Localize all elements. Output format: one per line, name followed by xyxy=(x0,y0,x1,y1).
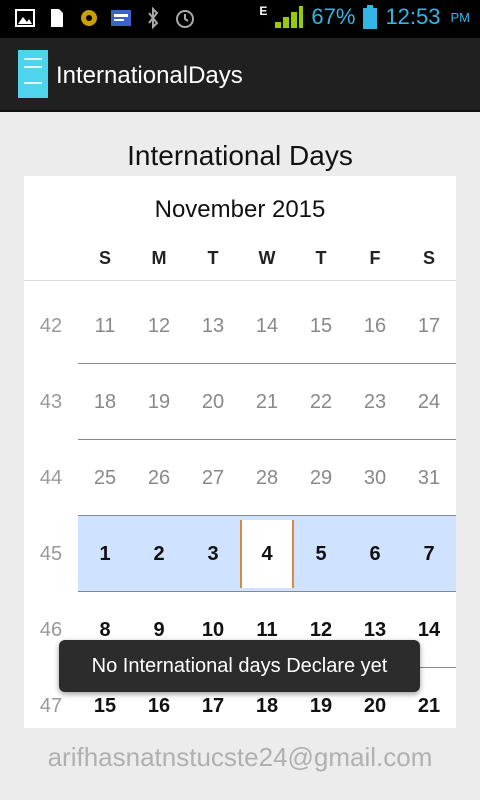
calendar-day[interactable]: 7 xyxy=(402,516,456,592)
calendar-day[interactable]: 25 xyxy=(78,440,132,516)
week-number: 42 xyxy=(39,314,63,337)
calendar-day[interactable]: 1 xyxy=(78,516,132,592)
calendar-day[interactable]: 17 xyxy=(402,288,456,364)
calendar-day[interactable]: 18 xyxy=(78,364,132,440)
bluetooth-icon xyxy=(142,7,164,29)
week-row-current: 45 1 2 3 4 5 6 7 xyxy=(24,516,456,592)
calendar-day[interactable]: 31 xyxy=(402,440,456,516)
weekday-label: F xyxy=(369,248,381,268)
status-indicators: E 67% 12:53 PM xyxy=(259,4,470,30)
week-number: 45 xyxy=(39,542,63,565)
calendar-day[interactable]: 28 xyxy=(240,440,294,516)
week-row: 42 11 12 13 14 15 16 17 xyxy=(24,288,456,364)
calendar-day[interactable]: 19 xyxy=(132,364,186,440)
week-row: 44 25 26 27 28 29 30 31 xyxy=(24,440,456,516)
calendar-day[interactable]: 14 xyxy=(240,288,294,364)
calendar-day[interactable]: 23 xyxy=(348,364,402,440)
gallery-icon xyxy=(14,7,36,29)
clock-ampm: PM xyxy=(450,9,471,25)
status-bar: E 67% 12:53 PM xyxy=(0,0,480,38)
weekday-label: M xyxy=(151,248,167,268)
header-divider xyxy=(24,280,456,281)
weekday-label: W xyxy=(258,248,276,268)
calendar-day[interactable]: 3 xyxy=(186,516,240,592)
calendar-day[interactable]: 20 xyxy=(186,364,240,440)
calendar-day[interactable]: 22 xyxy=(294,364,348,440)
battery-icon xyxy=(363,5,378,29)
clock-time: 12:53 xyxy=(385,4,441,29)
calendar-day[interactable]: 6 xyxy=(348,516,402,592)
app-title: InternationalDays xyxy=(56,62,243,89)
week-number: 43 xyxy=(39,390,63,413)
file-icon xyxy=(46,7,68,29)
week-number: 44 xyxy=(39,466,63,489)
signal-icon xyxy=(275,6,304,28)
action-bar: InternationalDays xyxy=(0,38,480,112)
weekday-label: T xyxy=(315,248,327,268)
network-type: E xyxy=(259,4,268,18)
calendar-day[interactable]: 21 xyxy=(240,364,294,440)
weekday-label: T xyxy=(207,248,219,268)
alarm-icon xyxy=(174,7,196,29)
weekday-header: S M T W T F S xyxy=(78,248,456,269)
calendar-day[interactable]: 30 xyxy=(348,440,402,516)
battery-percent: 67% xyxy=(311,4,356,29)
footer-email: arifhasnatnstucste24@gmail.com xyxy=(47,742,433,772)
calendar-day[interactable]: 15 xyxy=(294,288,348,364)
calendar-day[interactable]: 26 xyxy=(132,440,186,516)
news-app-icon xyxy=(110,7,132,29)
calendar-day[interactable]: 13 xyxy=(186,288,240,364)
weekday-label: S xyxy=(422,248,435,268)
calendar-day[interactable]: 12 xyxy=(132,288,186,364)
calendar-day-selected[interactable]: 4 xyxy=(240,520,294,588)
calendar-day[interactable]: 5 xyxy=(294,516,348,592)
weekday-label: S xyxy=(98,248,111,268)
settings-gear-icon xyxy=(78,7,100,29)
app-logo-icon[interactable] xyxy=(18,50,48,98)
calendar-day[interactable]: 27 xyxy=(186,440,240,516)
week-row: 43 18 19 20 21 22 23 24 xyxy=(24,364,456,440)
calendar-month-title: November 2015 xyxy=(154,196,326,223)
calendar-day[interactable]: 16 xyxy=(348,288,402,364)
notification-icons xyxy=(14,7,196,29)
calendar-day[interactable]: 11 xyxy=(78,288,132,364)
calendar-day[interactable]: 24 xyxy=(402,364,456,440)
page-heading: International Days xyxy=(127,140,353,171)
calendar-day[interactable]: 29 xyxy=(294,440,348,516)
toast-message: No International days Declare yet xyxy=(59,640,420,692)
calendar-day[interactable]: 2 xyxy=(132,516,186,592)
